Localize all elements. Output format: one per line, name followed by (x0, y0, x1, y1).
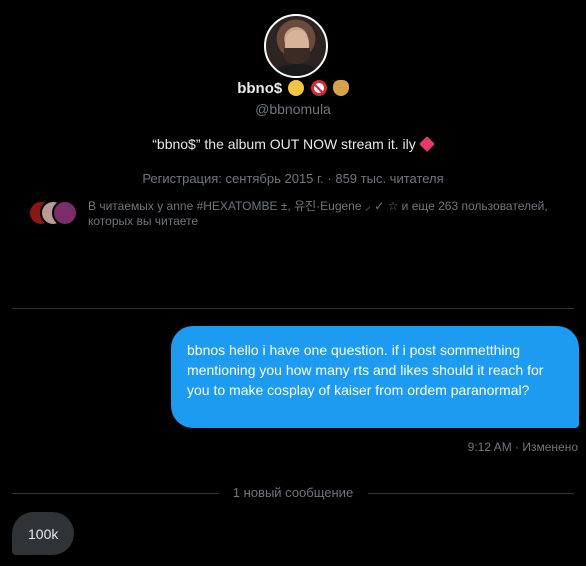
baby-face-emoji-icon (288, 80, 305, 96)
profile-bio-text: “bbno$” the album OUT NOW stream it. ily (152, 136, 416, 152)
followed-by-text: В читаемых у anne #HEXATOMBE ±, 유진·Eugen… (88, 199, 548, 228)
section-divider (12, 308, 574, 309)
sparkling-heart-emoji-icon (418, 136, 435, 152)
incoming-message-bubble[interactable]: 100k (12, 512, 75, 555)
message-timestamp: 9:12 AM · Изменено (467, 440, 578, 454)
new-messages-divider: 1 новый сообщение (12, 484, 574, 502)
profile-name-text: bbno$ (237, 80, 283, 97)
followed-by-row[interactable]: В читаемых у anne #HEXATOMBE ±, 유진·Eugen… (28, 198, 568, 232)
divider-line-right (368, 493, 574, 494)
money-bag-emoji-icon (332, 80, 349, 96)
profile-display-name[interactable]: bbno$ (0, 80, 586, 97)
outgoing-message-bubble[interactable]: bbnos hello i have one question. if i po… (171, 326, 579, 428)
follower-avatar-icon (52, 200, 78, 226)
incoming-message-text: 100k (28, 526, 59, 542)
profile-meta: Регистрация: сентябрь 2015 г. · 859 тыс.… (142, 171, 444, 186)
no-entry-sign-emoji-icon (310, 80, 327, 96)
avatar-shirt-shape (274, 64, 320, 76)
profile-bio: “bbno$” the album OUT NOW stream it. ily (0, 136, 586, 152)
outgoing-message-text: bbnos hello i have one question. if i po… (187, 342, 544, 398)
profile-avatar[interactable] (264, 14, 328, 78)
avatar-beard-shape (284, 48, 310, 64)
profile-handle[interactable]: @bbnomula (0, 101, 586, 117)
